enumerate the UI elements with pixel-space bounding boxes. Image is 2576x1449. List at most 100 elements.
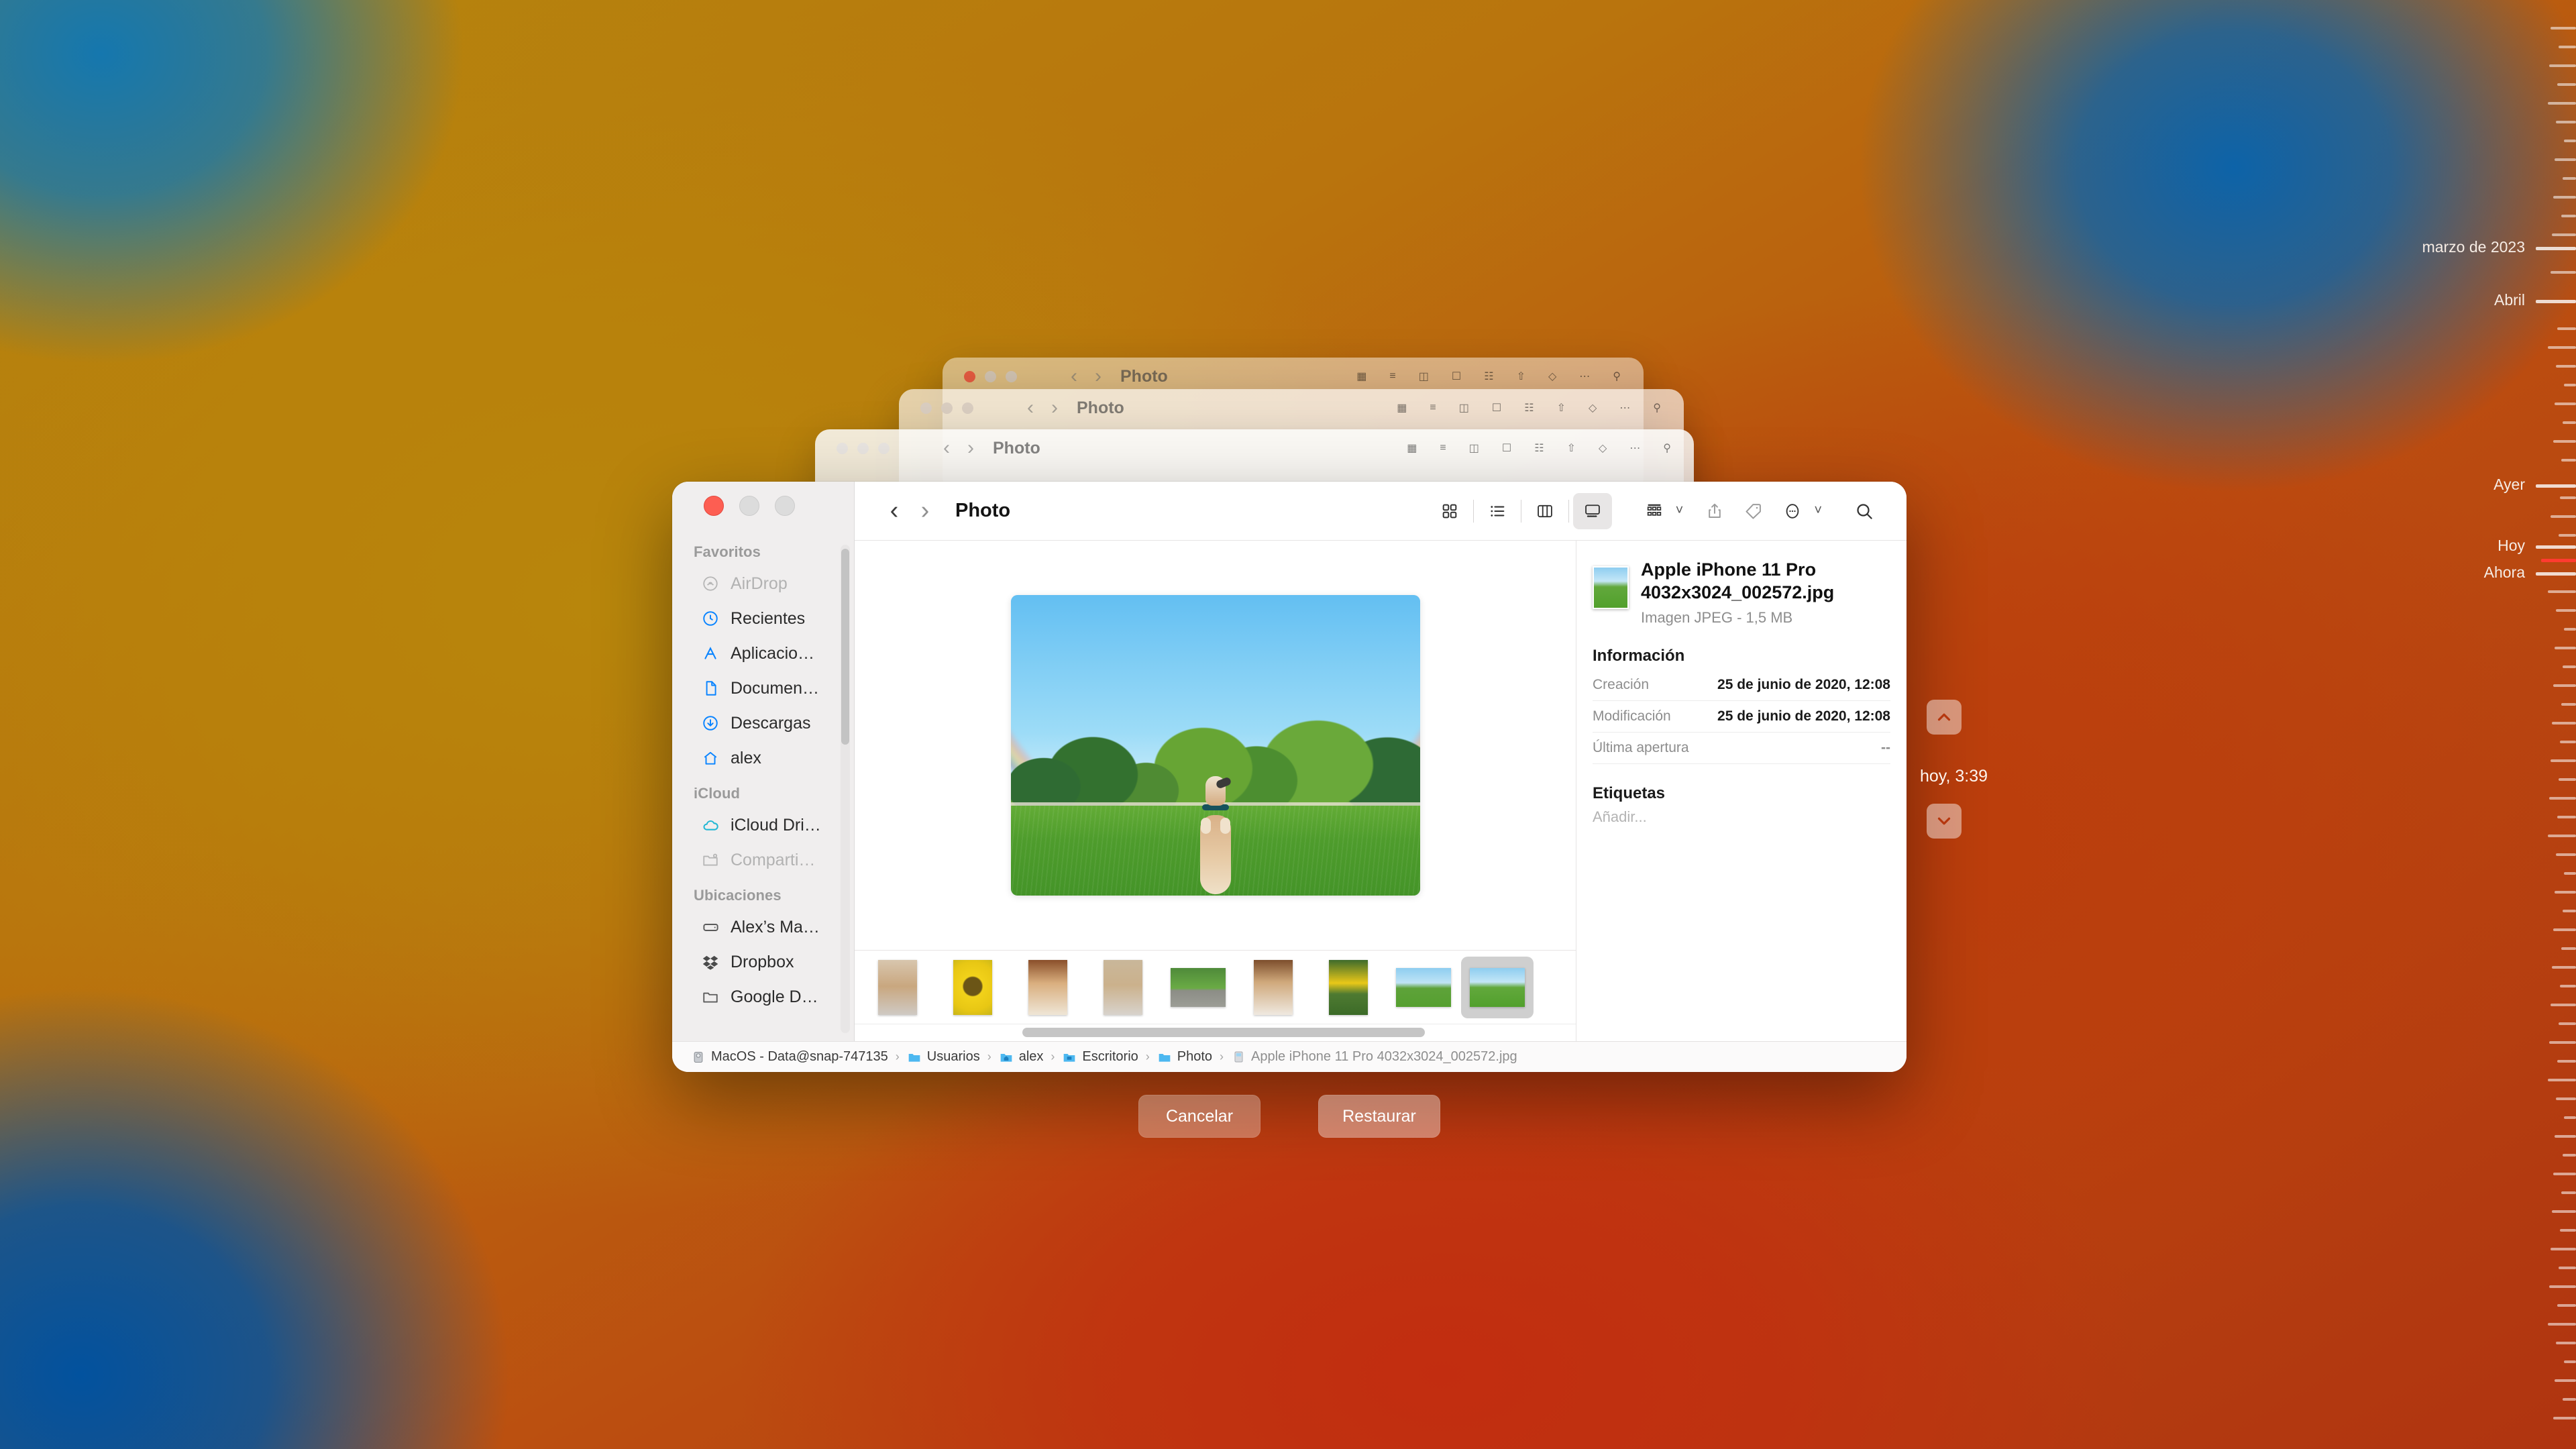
timeline-tick[interactable] bbox=[2553, 1173, 2576, 1175]
timeline-tick[interactable] bbox=[2548, 590, 2576, 593]
timeline-tick[interactable] bbox=[2561, 1191, 2576, 1194]
sidebar-scroll-area[interactable]: Favoritos AirDrop Recientes Aplicacio… D… bbox=[672, 530, 854, 1041]
timeline-tick[interactable] bbox=[2551, 27, 2576, 30]
restore-button[interactable]: Restaurar bbox=[1318, 1095, 1440, 1138]
sidebar-item-alexs-macbook[interactable]: Alex’s Ma… bbox=[679, 910, 847, 945]
view-as-gallery-button[interactable] bbox=[1572, 492, 1612, 529]
sidebar-item-airdrop[interactable]: AirDrop bbox=[679, 566, 847, 601]
minimize-button[interactable] bbox=[739, 496, 759, 516]
timeline-tick[interactable] bbox=[2564, 628, 2576, 631]
timeline-tick[interactable] bbox=[2551, 1248, 2576, 1250]
timeline-tick[interactable] bbox=[2556, 121, 2576, 123]
timeline-tick[interactable] bbox=[2559, 778, 2576, 781]
sidebar-item-recientes[interactable]: Recientes bbox=[679, 601, 847, 636]
timeline-tick[interactable] bbox=[2548, 1079, 2576, 1081]
timeline-tick-major[interactable] bbox=[2536, 545, 2576, 549]
breadcrumb-item-photo[interactable]: Photo bbox=[1157, 1049, 1212, 1065]
timeline-tick[interactable] bbox=[2548, 835, 2576, 837]
timeline-tick[interactable] bbox=[2564, 384, 2576, 386]
timeline-tick[interactable] bbox=[2561, 215, 2576, 217]
timeline-tick[interactable] bbox=[2553, 684, 2576, 687]
timeline-tick[interactable] bbox=[2551, 271, 2576, 274]
timeline-tick[interactable] bbox=[2553, 928, 2576, 931]
timeline-tick-now[interactable] bbox=[2541, 559, 2576, 562]
timeline-tick[interactable] bbox=[2563, 910, 2576, 912]
timeline-tick[interactable] bbox=[2549, 64, 2576, 67]
timeline-tick[interactable] bbox=[2556, 853, 2576, 856]
timeline-tick[interactable] bbox=[2549, 797, 2576, 800]
timeline-tick[interactable] bbox=[2552, 966, 2576, 969]
timeline-tick[interactable] bbox=[2556, 1097, 2576, 1100]
timeline-tick[interactable] bbox=[2556, 609, 2576, 612]
sidebar-item-aplicaciones[interactable]: Aplicacio… bbox=[679, 636, 847, 671]
view-as-columns-button[interactable] bbox=[1525, 493, 1564, 529]
timeline-tick[interactable] bbox=[2561, 703, 2576, 706]
breadcrumb-item-alex[interactable]: alex bbox=[999, 1049, 1043, 1065]
snapshot-previous-button[interactable] bbox=[1927, 700, 1962, 735]
chevron-down-icon[interactable]: ˅ bbox=[1676, 503, 1684, 519]
timeline-tick[interactable] bbox=[2553, 196, 2576, 199]
timeline-tick[interactable] bbox=[2557, 327, 2576, 330]
filmstrip-item[interactable] bbox=[1386, 958, 1461, 1017]
filmstrip-item[interactable] bbox=[860, 958, 935, 1017]
timeline-tick[interactable] bbox=[2560, 496, 2576, 499]
timeline-tick[interactable] bbox=[2549, 1041, 2576, 1044]
filmstrip-item[interactable] bbox=[935, 958, 1010, 1017]
breadcrumb-item-usuarios[interactable]: Usuarios bbox=[907, 1049, 980, 1065]
timeline-tick[interactable] bbox=[2564, 1360, 2576, 1363]
chevron-down-icon[interactable]: ˅ bbox=[1814, 503, 1822, 519]
breadcrumb-item-escritorio[interactable]: Escritorio bbox=[1062, 1049, 1138, 1065]
breadcrumb-item-file[interactable]: Apple iPhone 11 Pro 4032x3024_002572.jpg bbox=[1231, 1049, 1517, 1065]
timeline-tick[interactable] bbox=[2555, 1379, 2576, 1382]
timeline-tick[interactable] bbox=[2560, 985, 2576, 987]
timeline-tick[interactable] bbox=[2564, 1116, 2576, 1119]
tag-add-field[interactable]: Añadir... bbox=[1593, 808, 1890, 826]
timeline-tick[interactable] bbox=[2557, 1060, 2576, 1063]
timeline-tick[interactable] bbox=[2548, 1323, 2576, 1326]
more-actions-button[interactable] bbox=[1773, 493, 1812, 529]
timeline-tick[interactable] bbox=[2556, 365, 2576, 368]
timeline-tick[interactable] bbox=[2559, 1022, 2576, 1025]
timeline-tick[interactable] bbox=[2561, 459, 2576, 462]
timeline-tick[interactable] bbox=[2564, 872, 2576, 875]
timeline-tick[interactable] bbox=[2563, 1398, 2576, 1401]
timeline-tick[interactable] bbox=[2553, 440, 2576, 443]
timeline-tick[interactable] bbox=[2559, 1267, 2576, 1269]
timeline-tick-major[interactable] bbox=[2536, 572, 2576, 576]
timeline-tick[interactable] bbox=[2553, 1417, 2576, 1419]
filmstrip-scrollbar-track[interactable] bbox=[855, 1024, 1576, 1041]
forward-button[interactable]: › bbox=[910, 496, 941, 525]
timemachine-timeline[interactable]: marzo de 2023 Abril Ayer Hoy Ahora bbox=[2375, 0, 2576, 1449]
filmstrip-item[interactable] bbox=[1085, 958, 1161, 1017]
close-button[interactable] bbox=[704, 496, 724, 516]
timeline-tick-major[interactable] bbox=[2536, 300, 2576, 303]
filmstrip-item[interactable] bbox=[1161, 958, 1236, 1017]
filmstrip-item-selected[interactable] bbox=[1461, 956, 1534, 1018]
timeline-tick-major[interactable] bbox=[2536, 484, 2576, 488]
timeline-tick[interactable] bbox=[2549, 1285, 2576, 1288]
breadcrumb-item-disk[interactable]: MacOS - Data@snap-747135 bbox=[691, 1049, 888, 1065]
timeline-tick-major[interactable] bbox=[2536, 247, 2576, 250]
view-as-icons-button[interactable] bbox=[1430, 493, 1469, 529]
timeline-tick[interactable] bbox=[2559, 46, 2576, 48]
maximize-button[interactable] bbox=[775, 496, 795, 516]
timeline-tick[interactable] bbox=[2563, 421, 2576, 424]
sidebar-item-descargas[interactable]: Descargas bbox=[679, 706, 847, 741]
timeline-tick[interactable] bbox=[2563, 665, 2576, 668]
share-button[interactable] bbox=[1695, 493, 1734, 529]
filmstrip[interactable] bbox=[855, 950, 1576, 1024]
timeline-tick[interactable] bbox=[2563, 1154, 2576, 1157]
group-by-button[interactable] bbox=[1635, 493, 1674, 529]
sidebar-item-dropbox[interactable]: Dropbox bbox=[679, 945, 847, 979]
filmstrip-scrollbar-thumb[interactable] bbox=[1022, 1028, 1425, 1037]
timeline-tick[interactable] bbox=[2555, 158, 2576, 161]
sidebar-item-icloud-drive[interactable]: iCloud Dri… bbox=[679, 808, 847, 843]
filmstrip-item[interactable] bbox=[1311, 958, 1386, 1017]
preview-photo[interactable] bbox=[1010, 595, 1420, 896]
timeline-tick[interactable] bbox=[2557, 83, 2576, 86]
timeline-tick[interactable] bbox=[2548, 102, 2576, 105]
sidebar-item-google-drive[interactable]: Google D… bbox=[679, 979, 847, 1014]
sidebar-scrollbar-thumb[interactable] bbox=[841, 549, 849, 745]
finder-window[interactable]: Favoritos AirDrop Recientes Aplicacio… D… bbox=[672, 482, 1907, 1072]
view-as-list-button[interactable] bbox=[1478, 493, 1517, 529]
